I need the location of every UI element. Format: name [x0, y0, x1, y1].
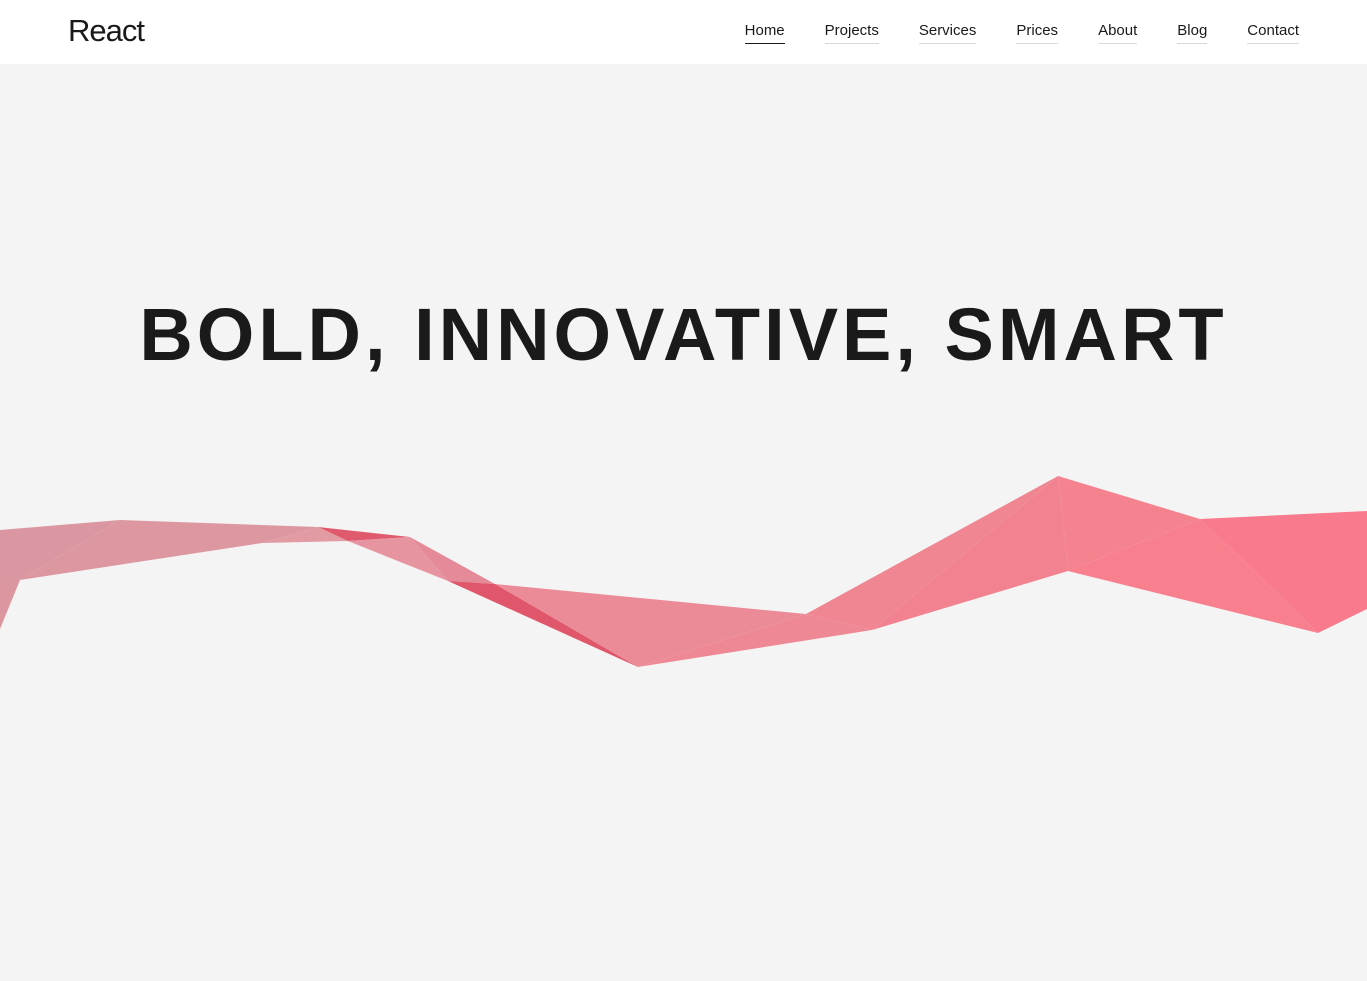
nav-item-blog[interactable]: Blog: [1177, 21, 1208, 44]
ribbon-graphic: [0, 476, 1367, 667]
ribbon-facet: [0, 580, 20, 629]
nav-item-projects[interactable]: Projects: [824, 21, 879, 44]
hero-section: BOLD, INNOVATIVE, SMART: [0, 64, 1367, 981]
ribbon-facet: [872, 476, 1068, 630]
ribbon-facet: [495, 584, 806, 667]
nav-item-services[interactable]: Services: [918, 21, 977, 44]
logo[interactable]: React: [68, 12, 145, 50]
nav-item-contact[interactable]: Contact: [1247, 21, 1299, 44]
main-nav: Home Projects Services Prices About Blog…: [744, 21, 1299, 44]
hero-headline: BOLD, INNOVATIVE, SMART: [139, 293, 1228, 376]
nav-item-home[interactable]: Home: [744, 21, 785, 44]
nav-item-about[interactable]: About: [1098, 21, 1138, 44]
nav-item-prices[interactable]: Prices: [1016, 21, 1059, 44]
site-header: React Home Projects Services Prices Abou…: [0, 0, 1367, 64]
